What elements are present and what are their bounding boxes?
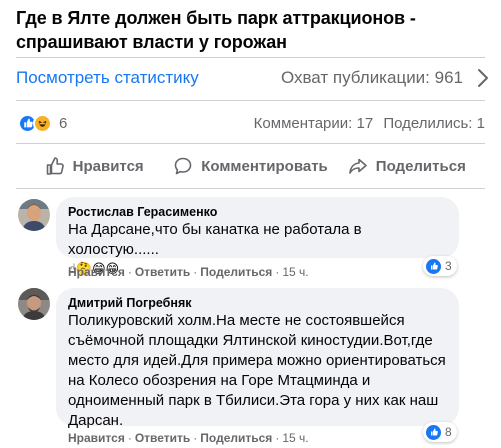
post-reach[interactable]: Охват публикации: 961 [281,68,491,88]
share-button[interactable]: Поделиться [329,156,485,176]
like-reaction-icon [426,258,441,274]
divider [16,143,485,144]
reaction-count: 6 [59,114,68,132]
thumbs-up-icon [46,157,64,175]
comment-text: На Дарсане,что бы канатка не работала в … [68,221,362,258]
comment-reply-link[interactable]: Ответить [135,265,190,279]
comment-author[interactable]: Дмитрий Погребняк [68,295,447,311]
comment-like-badge[interactable]: 8 [423,422,457,442]
comment-text-line: Поликуровский холм.На месте не состоявше… [68,312,405,329]
comment-share-link[interactable]: Поделиться [200,265,272,279]
divider [16,100,485,101]
insights-row: Посмотреть статистику Охват публикации: … [16,62,491,94]
comment-bubble: Ростислав Герасименко На Дарсане,что бы … [56,197,459,276]
like-reaction-icon [426,424,441,440]
like-button[interactable]: Нравится [16,156,172,176]
comment-button[interactable]: Комментировать [172,156,328,176]
reactions-summary: 6 Комментарии: 17 Поделились: 1 [18,112,485,134]
avatar[interactable] [18,199,50,231]
engagement-counts: Комментарии: 17 Поделились: 1 [254,115,485,132]
post-title: Где в Ялте должен быть парк аттракционов… [16,8,416,52]
comment-bubble: Дмитрий Погребняк Поликуровский холм.На … [56,288,459,429]
comment-like-badge[interactable]: 3 [423,256,457,276]
comment-text-line: съёмочной площадки Ялтинской киностудии.… [68,332,433,349]
comment-actions: Нравится · Ответить · Поделиться · 15 ч. [68,431,309,445]
post-reach-label: Охват публикации: 961 [280,68,463,87]
comment-share-link[interactable]: Поделиться [200,431,272,445]
comment-timestamp[interactable]: 15 ч. [282,265,308,279]
like-button-label: Нравится [72,157,144,175]
shares-count[interactable]: Поделились: 1 [383,115,485,132]
comment-text-line: на Колесо обозрения на Горе Мтацминда и [68,372,371,389]
comment-text-line: одноименный парк в Тбилиси.Эта гора у ни… [68,392,439,409]
share-button-label: Поделиться [375,157,466,175]
comment-button-label: Комментировать [201,157,328,175]
haha-reaction-icon [33,113,52,133]
comment-like-link[interactable]: Нравится [68,431,125,445]
divider [16,57,485,58]
view-insights-link[interactable]: Посмотреть статистику [16,68,199,88]
comment-text-line: место для идей.Для примера можно ориенти… [68,352,446,369]
avatar[interactable] [18,288,50,320]
comment-like-count: 8 [445,425,452,439]
comments-count[interactable]: Комментарии: 17 [254,115,374,132]
chevron-right-icon [478,69,488,87]
comment-reply-link[interactable]: Ответить [135,431,190,445]
comment-timestamp[interactable]: 15 ч. [282,431,308,445]
share-icon [348,158,367,174]
comment-like-link[interactable]: Нравится [68,265,125,279]
comment-text-line: Дарсан. [68,412,124,429]
reactions-cluster[interactable]: 6 [18,113,68,133]
comment-icon [174,157,192,175]
post-header: Где в Ялте должен быть парк аттракционов… [16,6,486,54]
divider [16,188,485,189]
comment-like-count: 3 [445,259,452,273]
post-actions: Нравится Комментировать Поделиться [16,151,485,181]
comment-actions: Нравится · Ответить · Поделиться · 15 ч. [68,265,309,279]
comment-author[interactable]: Ростислав Герасименко [68,204,447,220]
